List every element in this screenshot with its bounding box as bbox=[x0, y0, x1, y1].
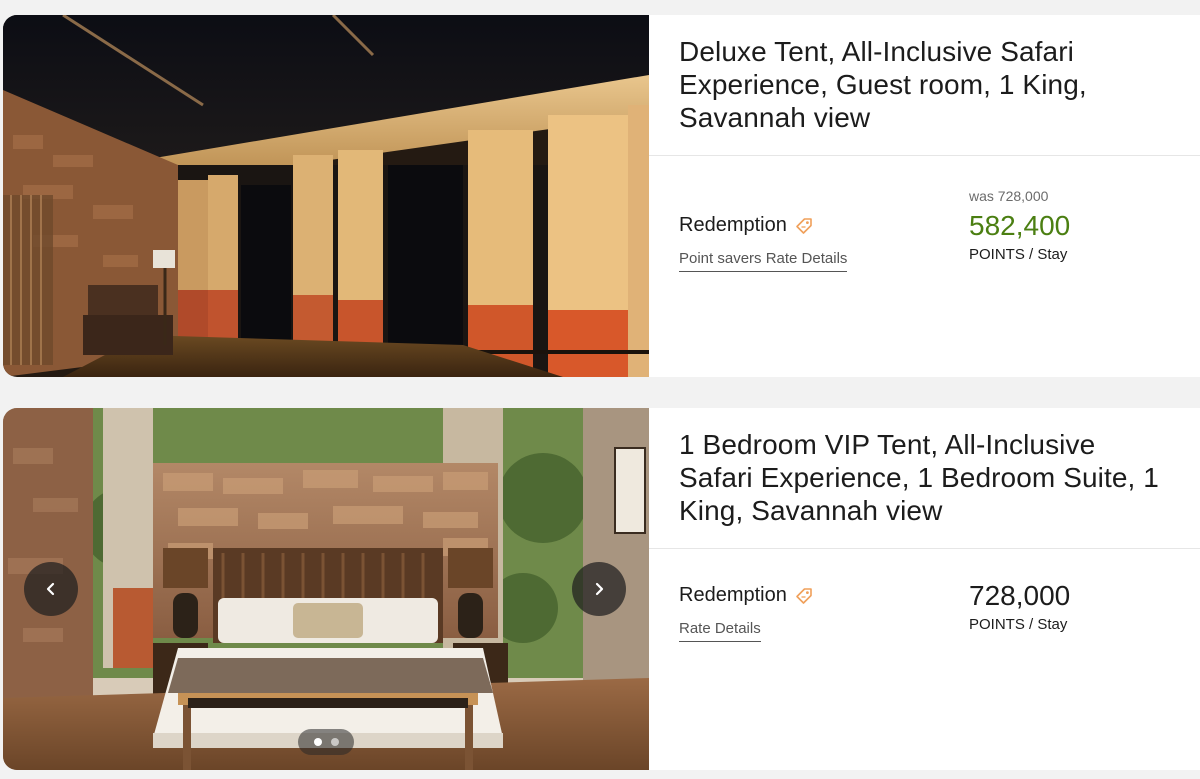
room-photo-image bbox=[3, 15, 649, 377]
carousel-next-button[interactable] bbox=[572, 562, 626, 616]
room-info: Deluxe Tent, All-Inclusive Safari Experi… bbox=[649, 15, 1200, 377]
rate-name-label: Redemption bbox=[679, 584, 787, 606]
price-unit: POINTS / Stay bbox=[969, 616, 1067, 633]
room-info: 1 Bedroom VIP Tent, All-Inclusive Safari… bbox=[649, 408, 1200, 770]
carousel-prev-button[interactable] bbox=[24, 562, 78, 616]
carousel-indicator bbox=[298, 729, 354, 755]
was-price: was 728,000 bbox=[969, 188, 1049, 204]
rate-details-link[interactable]: Rate Details bbox=[679, 620, 761, 642]
room-title[interactable]: 1 Bedroom VIP Tent, All-Inclusive Safari… bbox=[679, 428, 1170, 527]
rate-area: Redemption Point savers Rate Details was… bbox=[649, 156, 1200, 377]
room-photo-image bbox=[3, 408, 649, 770]
unit-stay: Stay bbox=[1037, 616, 1068, 633]
price-points: 728,000 bbox=[969, 580, 1071, 611]
rate-name-label: Redemption bbox=[679, 214, 787, 236]
unit-separator: / bbox=[1029, 616, 1034, 633]
unit-points: POINTS bbox=[969, 616, 1025, 633]
price-unit: POINTS / Stay bbox=[969, 246, 1067, 263]
tag-icon bbox=[794, 216, 814, 236]
unit-stay: Stay bbox=[1037, 246, 1068, 263]
rate-details-link[interactable]: Point savers Rate Details bbox=[679, 250, 848, 272]
room-photo-bedroom[interactable] bbox=[3, 408, 649, 770]
room-photo-tent-night[interactable] bbox=[3, 15, 649, 377]
room-title-area: 1 Bedroom VIP Tent, All-Inclusive Safari… bbox=[649, 408, 1200, 549]
room-title-area: Deluxe Tent, All-Inclusive Safari Experi… bbox=[649, 15, 1200, 156]
rate-name: Redemption bbox=[679, 214, 814, 237]
room-card: Deluxe Tent, All-Inclusive Safari Experi… bbox=[3, 15, 1200, 377]
tag-icon bbox=[794, 586, 814, 606]
unit-separator: / bbox=[1029, 246, 1034, 263]
carousel-dot[interactable] bbox=[330, 738, 339, 746]
rate-name: Redemption bbox=[679, 584, 814, 607]
chevron-left-icon bbox=[46, 582, 55, 596]
rate-area: Redemption Rate Details 728,000 POINTS /… bbox=[649, 549, 1200, 770]
price-points: 582,400 bbox=[969, 210, 1071, 241]
room-card: 1 Bedroom VIP Tent, All-Inclusive Safari… bbox=[3, 408, 1200, 770]
room-title[interactable]: Deluxe Tent, All-Inclusive Safari Experi… bbox=[679, 35, 1170, 134]
unit-points: POINTS bbox=[969, 246, 1025, 263]
chevron-right-icon bbox=[595, 582, 604, 596]
carousel-dot-active[interactable] bbox=[313, 738, 322, 746]
